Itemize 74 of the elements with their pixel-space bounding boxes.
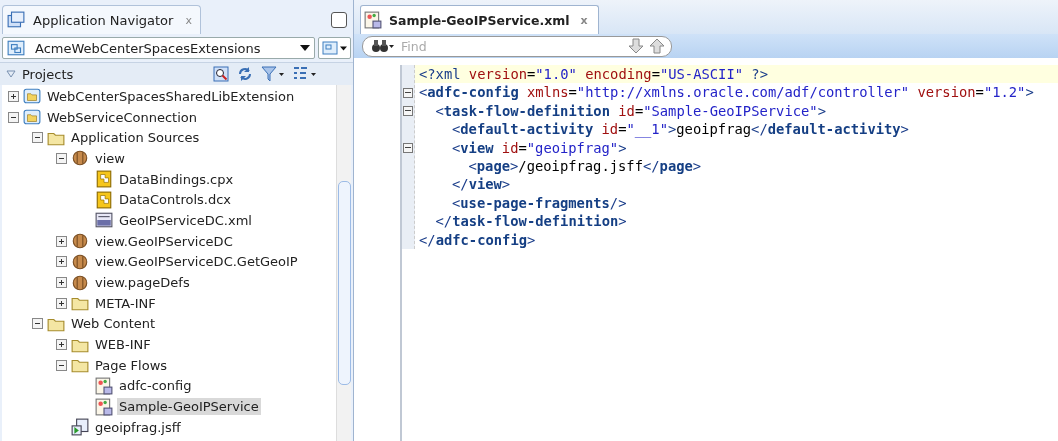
tree-item[interactable]: WebServiceConnection: [45, 108, 199, 126]
package-icon: [71, 273, 89, 292]
project-icon: [23, 108, 41, 127]
tree-item[interactable]: view.GeoIPServiceDC.GetGeoIP: [93, 253, 300, 271]
refresh-icon[interactable]: [237, 66, 253, 82]
navigator-icon: [7, 11, 25, 29]
taskflow-icon: [95, 397, 113, 416]
fold-icon[interactable]: [403, 142, 413, 153]
task-flow-icon: [364, 11, 382, 29]
find-next-previous-icon[interactable]: [627, 38, 667, 54]
taskflow-icon: [95, 376, 113, 395]
tree-item[interactable]: Page Flows: [93, 356, 170, 374]
code-line: <view id="geoipfrag">: [451, 138, 628, 157]
expand-icon[interactable]: [8, 90, 19, 102]
editor-tab[interactable]: Sample-GeoIPService.xml x: [360, 5, 599, 34]
package-icon: [71, 149, 89, 168]
code-line: </task-flow-definition>: [434, 212, 628, 231]
tree-item[interactable]: view: [93, 149, 127, 167]
section-header: Projects: [22, 66, 75, 82]
code-line: <default-activity id="__1">geoipfrag</default-activity>: [451, 120, 910, 139]
collapse-icon[interactable]: [56, 152, 67, 164]
caret-icon: [300, 45, 310, 51]
binding-icon: [95, 190, 113, 209]
expand-icon[interactable]: [56, 256, 67, 268]
tree-options-icon[interactable]: [293, 66, 317, 82]
code-line: <page>/geoipfrag.jsff</page>: [467, 156, 703, 176]
code-line: </view>: [451, 175, 512, 194]
page-icon: [71, 418, 89, 437]
application-dropdown[interactable]: AcmeWebCenterSpacesExtensions: [2, 37, 315, 59]
scrollbar[interactable]: [336, 85, 351, 441]
package-icon: [71, 252, 89, 271]
code-line: <adfc-config xmlns="http://xmlns.oracle.com/adf/controller" version="1.2">: [418, 83, 1035, 102]
fold-icon[interactable]: [403, 105, 413, 116]
code-line: <use-page-fragments/>: [451, 193, 628, 213]
search-icon[interactable]: [213, 66, 229, 82]
expand-icon[interactable]: [56, 339, 67, 351]
tree-item[interactable]: Web Content: [69, 315, 158, 333]
tree-item[interactable]: WEB-INF: [93, 336, 153, 354]
caret-icon: [340, 45, 347, 51]
xml-icon: [95, 211, 113, 230]
close-icon[interactable]: x: [185, 13, 192, 27]
expand-icon[interactable]: [56, 235, 67, 247]
package-icon: [71, 232, 89, 251]
binding-icon: [95, 170, 113, 189]
collapse-icon[interactable]: [32, 132, 43, 144]
application-menu-button[interactable]: [318, 37, 351, 59]
find-field[interactable]: Find: [362, 35, 672, 57]
navigator-tab[interactable]: Application Navigator x: [2, 5, 201, 34]
tree-item[interactable]: DataControls.dcx: [117, 191, 234, 209]
collapse-icon[interactable]: [32, 318, 43, 330]
tree-item[interactable]: adfc-config: [117, 377, 194, 395]
code-line: <task-flow-definition id="Sample-GeoIPService">: [434, 101, 827, 121]
binoculars-icon: [371, 39, 395, 53]
window-icon: [322, 40, 338, 56]
tree-item[interactable]: view.GeoIPServiceDC: [93, 232, 235, 250]
tree-item[interactable]: geoipfrag.jsff: [93, 418, 183, 436]
minimize-button[interactable]: [331, 12, 347, 28]
project-icon: [23, 87, 41, 106]
tree-item[interactable]: GeoIPServiceDC.xml: [117, 211, 254, 229]
expand-icon[interactable]: [56, 297, 67, 309]
code-line: </adfc-config>: [418, 230, 537, 249]
tree-item[interactable]: Application Sources: [69, 129, 202, 147]
tree-item[interactable]: WebCenterSpacesSharedLibExtension: [45, 87, 297, 105]
close-icon[interactable]: x: [580, 13, 588, 27]
fold-icon[interactable]: [403, 87, 413, 98]
collapse-icon[interactable]: [56, 359, 67, 371]
tree-item[interactable]: DataBindings.cpx: [117, 170, 236, 188]
application-icon: [7, 39, 25, 57]
tree-item[interactable]: META-INF: [93, 294, 158, 312]
collapse-icon[interactable]: [8, 111, 19, 123]
tree-item[interactable]: Sample-GeoIPService: [117, 398, 261, 416]
filter-icon[interactable]: [261, 66, 285, 82]
expand-icon[interactable]: [56, 277, 67, 289]
tree-item[interactable]: view.pageDefs: [93, 274, 192, 292]
